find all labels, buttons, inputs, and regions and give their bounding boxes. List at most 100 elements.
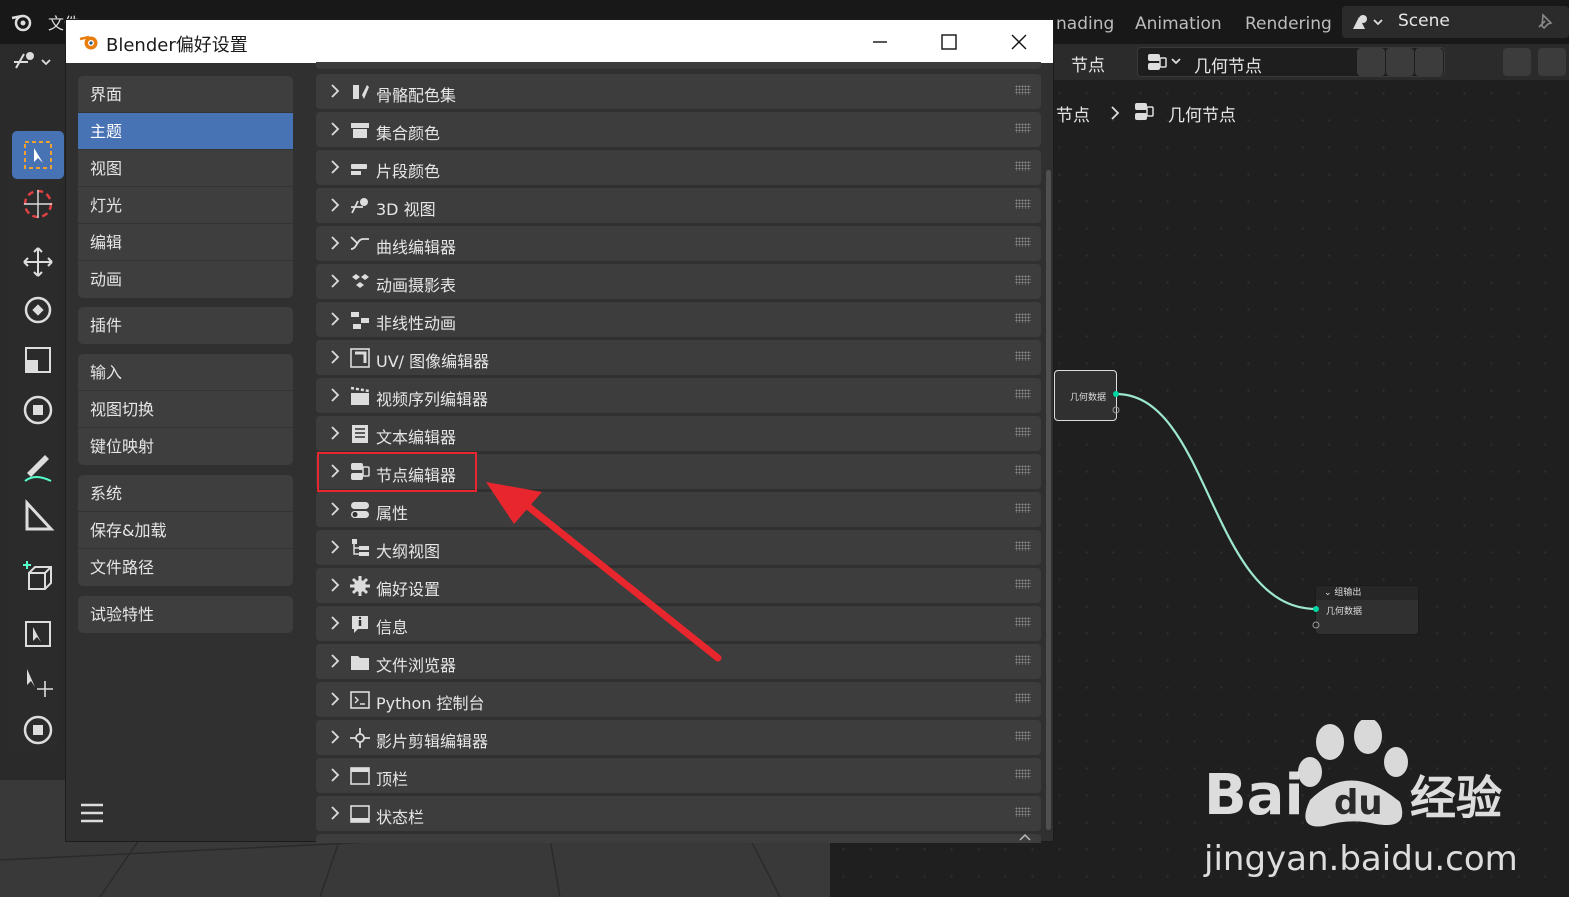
chevron-right-icon[interactable] [328,804,342,822]
drag-grip-icon[interactable] [1015,199,1031,209]
chevron-right-icon[interactable] [328,424,342,442]
chevron-right-icon[interactable] [328,196,342,214]
nav-experimental[interactable]: 试验特性 [78,596,293,633]
drag-grip-icon[interactable] [1015,389,1031,399]
parent-tree-icon[interactable] [1503,48,1531,76]
chevron-right-icon[interactable] [328,690,342,708]
panel-row[interactable]: 曲线编辑器 [316,226,1041,261]
rotate-tool[interactable] [12,286,64,334]
panel-row[interactable]: 文本编辑器 [316,416,1041,451]
chevron-right-icon[interactable] [328,500,342,518]
scrollbar[interactable] [1046,170,1051,830]
nav-interface[interactable]: 界面 [78,76,293,113]
drag-grip-icon[interactable] [1015,731,1031,741]
panel-row[interactable]: 片段颜色 [316,150,1041,185]
drag-grip-icon[interactable] [1015,85,1031,95]
panel-row[interactable]: 骨骼配色集 [316,74,1041,109]
chevron-right-icon[interactable] [328,728,342,746]
nav-input[interactable]: 输入 [78,354,293,391]
nav-addons[interactable]: 插件 [78,307,293,344]
tab-shading[interactable]: nading [1056,14,1114,34]
nav-keymap[interactable]: 键位映射 [78,428,293,465]
node-tree-name[interactable]: 几何节点 [1194,52,1262,77]
drag-grip-icon[interactable] [1015,427,1031,437]
drag-grip-icon[interactable] [1015,807,1031,817]
chevron-right-icon[interactable] [328,120,342,138]
snap-icon[interactable] [1538,48,1566,76]
nav-navigation[interactable]: 视图切换 [78,391,293,428]
pin-icon[interactable] [1533,11,1555,33]
panel-row[interactable]: 顶栏 [316,758,1041,793]
panel-row[interactable]: 视频序列编辑器 [316,378,1041,413]
scene-icon[interactable] [1350,12,1386,32]
drag-grip-icon[interactable] [1015,275,1031,285]
panel-row[interactable]: UV/ 图像编辑器 [316,340,1041,375]
drag-grip-icon[interactable] [1015,237,1031,247]
chevron-right-icon[interactable] [328,652,342,670]
panel-row[interactable]: 动画摄影表 [316,264,1041,299]
nav-editing[interactable]: 编辑 [78,224,293,261]
panel-row[interactable]: 集合颜色 [316,112,1041,147]
drag-grip-icon[interactable] [1015,693,1031,703]
panel-row[interactable]: 非线性动画 [316,302,1041,337]
panel-row-partial[interactable] [316,62,1041,69]
nav-save-load[interactable]: 保存&加载 [78,512,293,549]
add-cube-tool[interactable] [12,552,64,600]
chevron-right-icon[interactable] [328,766,342,784]
drag-grip-icon[interactable] [1015,541,1031,551]
editor-type-icon[interactable] [12,50,54,74]
minimize-button[interactable] [846,20,914,63]
panel-row[interactable]: 3D 视图 [316,188,1041,223]
measure-tool[interactable] [12,492,64,540]
fake-user-shield-icon[interactable] [1357,48,1385,76]
node-header[interactable]: ⌄ 组输出 [1316,586,1418,600]
nav-system[interactable]: 系统 [78,475,293,512]
transform-tool[interactable] [12,386,64,434]
nav-file-paths[interactable]: 文件路径 [78,549,293,586]
drag-grip-icon[interactable] [1015,465,1031,475]
scene-name[interactable]: Scene [1398,11,1450,31]
chevron-right-icon[interactable] [328,386,342,404]
dialog-titlebar[interactable]: Blender偏好设置 [66,20,1053,63]
group-output-node[interactable]: ⌄ 组输出 几何数据 [1315,585,1419,635]
nav-animation[interactable]: 动画 [78,261,293,298]
drag-grip-icon[interactable] [1015,123,1031,133]
panel-row[interactable]: 状态栏 [316,796,1041,831]
annotate-tool[interactable] [12,442,64,490]
maximize-button[interactable] [915,20,983,63]
chevron-right-icon[interactable] [328,272,342,290]
node-menu[interactable]: 节点 [1071,51,1105,76]
chevron-right-icon[interactable] [328,158,342,176]
chevron-right-icon[interactable] [328,576,342,594]
scale-tool[interactable] [12,336,64,384]
nav-viewport[interactable]: 视图 [78,150,293,187]
drag-grip-icon[interactable] [1015,161,1031,171]
drag-grip-icon[interactable] [1015,503,1031,513]
nav-themes[interactable]: 主题 [78,113,293,150]
select-box-tool[interactable] [12,131,64,179]
panel-row-partial[interactable] [316,834,1041,843]
chevron-right-icon[interactable] [328,82,342,100]
nav-lights[interactable]: 灯光 [78,187,293,224]
scroll-up-chevron-icon[interactable] [1018,832,1032,842]
hamburger-menu-icon[interactable] [80,802,104,824]
drag-grip-icon[interactable] [1015,617,1031,627]
select-move-tool[interactable] [12,658,64,706]
drag-grip-icon[interactable] [1015,351,1031,361]
drag-grip-icon[interactable] [1015,579,1031,589]
cursor-tool[interactable] [12,180,64,228]
blender-logo-icon[interactable] [8,8,36,36]
chevron-right-icon[interactable] [328,310,342,328]
panel-row[interactable]: 影片剪辑编辑器 [316,720,1041,755]
duplicate-icon[interactable] [1386,48,1414,76]
chevron-right-icon[interactable] [328,234,342,252]
close-button[interactable] [985,20,1053,63]
close-icon[interactable] [1415,48,1443,76]
frame-tool[interactable] [12,610,64,658]
tab-rendering[interactable]: Rendering [1245,14,1332,34]
pin-icon[interactable] [1453,48,1481,76]
chevron-right-icon[interactable] [328,348,342,366]
chevron-right-icon[interactable] [328,538,342,556]
transform-tool-2[interactable] [12,706,64,754]
drag-grip-icon[interactable] [1015,655,1031,665]
